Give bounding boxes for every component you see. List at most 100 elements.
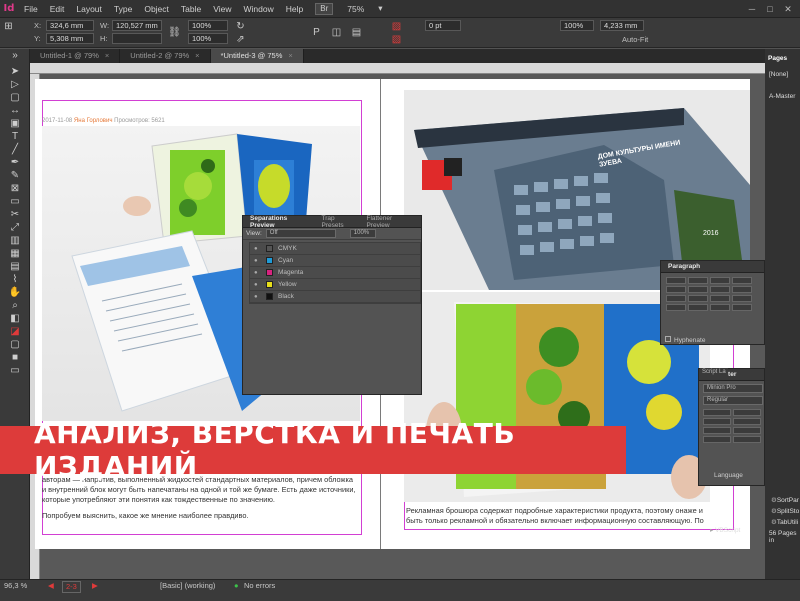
horizontal-ruler[interactable] [30, 63, 765, 74]
eye-icon[interactable]: ● [254, 258, 261, 264]
fill-icon[interactable]: ▨ [390, 20, 403, 33]
border-field[interactable] [688, 304, 708, 311]
leading-field[interactable] [733, 409, 761, 416]
eye-icon[interactable]: ● [254, 294, 261, 300]
sep-row-cmyk[interactable]: ● CMYK [250, 243, 420, 255]
gradient-feather-tool-icon[interactable]: ▦ [0, 247, 30, 260]
gradient-swatch-tool-icon[interactable]: ▥ [0, 234, 30, 247]
content-collector-icon[interactable]: ▣ [0, 117, 30, 130]
tracking-field[interactable] [733, 418, 761, 425]
tab-flattener-preview[interactable]: Flattener Preview [362, 215, 421, 229]
percent-dropdown[interactable]: 100% [349, 229, 376, 238]
h-field[interactable] [112, 33, 162, 44]
free-transform-tool-icon[interactable]: ⤢ [0, 221, 30, 234]
menu-help[interactable]: Help [280, 0, 309, 18]
default-colors-icon[interactable]: ◧ [0, 312, 30, 325]
tab-separations-preview[interactable]: Separations Preview [246, 215, 318, 229]
page-tool-icon[interactable]: ▢ [0, 91, 30, 104]
tab-paragraph[interactable]: Paragraph [664, 263, 704, 270]
direct-selection-tool-icon[interactable]: ▷ [0, 78, 30, 91]
y-field[interactable]: 5,308 mm [46, 33, 94, 44]
page-number-field[interactable]: 2-3 [62, 581, 81, 593]
space-after-field[interactable] [688, 295, 708, 302]
last-indent-field[interactable] [732, 286, 752, 293]
zoom-level[interactable]: 75% [347, 4, 364, 14]
opacity-field[interactable]: 100% [560, 20, 594, 31]
font-size-field[interactable] [703, 409, 731, 416]
sep-row-magenta[interactable]: ● Magenta [250, 267, 420, 279]
screen-mode-icon[interactable]: ▭ [0, 364, 30, 377]
first-indent-field[interactable] [710, 286, 730, 293]
sep-row-black[interactable]: ● Black [250, 291, 420, 303]
effect-size-field[interactable]: 4,233 mm [600, 20, 644, 31]
menu-window[interactable]: Window [238, 0, 280, 18]
eye-icon[interactable]: ● [254, 282, 261, 288]
rectangle-frame-tool-icon[interactable]: ⊠ [0, 182, 30, 195]
gap-tool-icon[interactable]: ↔ [0, 104, 30, 117]
x-field[interactable]: 324,6 mm [46, 20, 94, 31]
menu-view[interactable]: View [207, 0, 237, 18]
constrain-icon[interactable]: ⛓ [168, 26, 181, 39]
maximize-icon[interactable]: □ [764, 3, 776, 15]
pages-master[interactable]: A-Master [769, 93, 795, 100]
script-tabutili[interactable]: ⚙TabUtili [771, 518, 798, 526]
tab-untitled-3[interactable]: *Untitled-3 @ 75% × [210, 49, 304, 63]
right-indent-field[interactable] [688, 286, 708, 293]
checkbox[interactable] [665, 336, 671, 342]
font-family-dropdown[interactable]: Minion Pro [703, 384, 763, 393]
line-tool-icon[interactable]: ╱ [0, 143, 30, 156]
script-label-tab[interactable]: Script La [700, 368, 728, 376]
preflight-status[interactable]: No errors [244, 581, 275, 591]
align-center-icon[interactable] [688, 277, 708, 284]
scale-x-field[interactable]: 100% [188, 20, 228, 31]
menu-layout[interactable]: Layout [70, 0, 108, 18]
script-splitsto[interactable]: ⚙SplitSto [771, 507, 799, 515]
menu-table[interactable]: Table [175, 0, 207, 18]
grid-align-field[interactable] [710, 304, 730, 311]
menu-object[interactable]: Object [138, 0, 175, 18]
type-tool-icon[interactable]: T [0, 130, 30, 143]
eye-icon[interactable]: ● [254, 246, 261, 252]
skew-field[interactable] [733, 436, 761, 443]
reference-point-icon[interactable]: ⊞ [2, 20, 15, 33]
sep-row-cyan[interactable]: ● Cyan [250, 255, 420, 267]
nav-next-icon[interactable]: ▶ [92, 581, 98, 591]
nav-first-icon[interactable]: ◀ [48, 581, 54, 591]
drop-cap-chars-field[interactable] [732, 295, 752, 302]
hand-tool-icon[interactable]: ✋ [0, 286, 30, 299]
autofit-label[interactable]: Auto-Fit [622, 35, 648, 44]
kerning-field[interactable] [703, 418, 731, 425]
close-icon[interactable]: × [288, 51, 292, 60]
eye-icon[interactable]: ● [254, 270, 261, 276]
note-tool-icon[interactable]: ▤ [0, 260, 30, 273]
right-body-text[interactable]: Рекламная брошюра содержат подробные хар… [406, 506, 711, 526]
close-icon[interactable]: ✕ [782, 3, 794, 15]
script-sortpar[interactable]: ⚙SortPar [771, 496, 799, 504]
shading-field[interactable] [666, 304, 686, 311]
zoom-tool-icon[interactable]: ⌕ [0, 299, 30, 312]
minimize-icon[interactable]: ─ [746, 3, 758, 15]
pages-none[interactable]: [None] [769, 71, 788, 78]
tab-trap-presets[interactable]: Trap Presets [318, 215, 363, 229]
drop-cap-field[interactable] [710, 295, 730, 302]
apply-color-icon[interactable]: ■ [0, 351, 30, 364]
view-dropdown[interactable]: Off [265, 229, 336, 238]
scale-y-field[interactable]: 100% [188, 33, 228, 44]
menu-edit[interactable]: Edit [44, 0, 71, 18]
left-indent-field[interactable] [666, 286, 686, 293]
close-icon[interactable]: × [105, 51, 109, 60]
space-before-field[interactable] [666, 295, 686, 302]
tab-untitled-1[interactable]: Untitled-1 @ 79% × [30, 49, 121, 63]
justify-icon[interactable] [732, 277, 752, 284]
menu-file[interactable]: File [18, 0, 44, 18]
baseline-field[interactable] [732, 304, 752, 311]
font-style-dropdown[interactable]: Regular [703, 396, 763, 405]
scissors-tool-icon[interactable]: ✂ [0, 208, 30, 221]
baseline-shift-field[interactable] [703, 436, 731, 443]
pencil-tool-icon[interactable]: ✎ [0, 169, 30, 182]
selection-tool-icon[interactable]: ➤ [0, 65, 30, 78]
select-container-icon[interactable]: ◫ [330, 26, 343, 39]
stroke-icon[interactable]: ▧ [390, 33, 403, 46]
pages-panel-tab[interactable]: Pages [768, 55, 787, 62]
fill-stroke-icon[interactable]: ◪ [0, 325, 30, 338]
